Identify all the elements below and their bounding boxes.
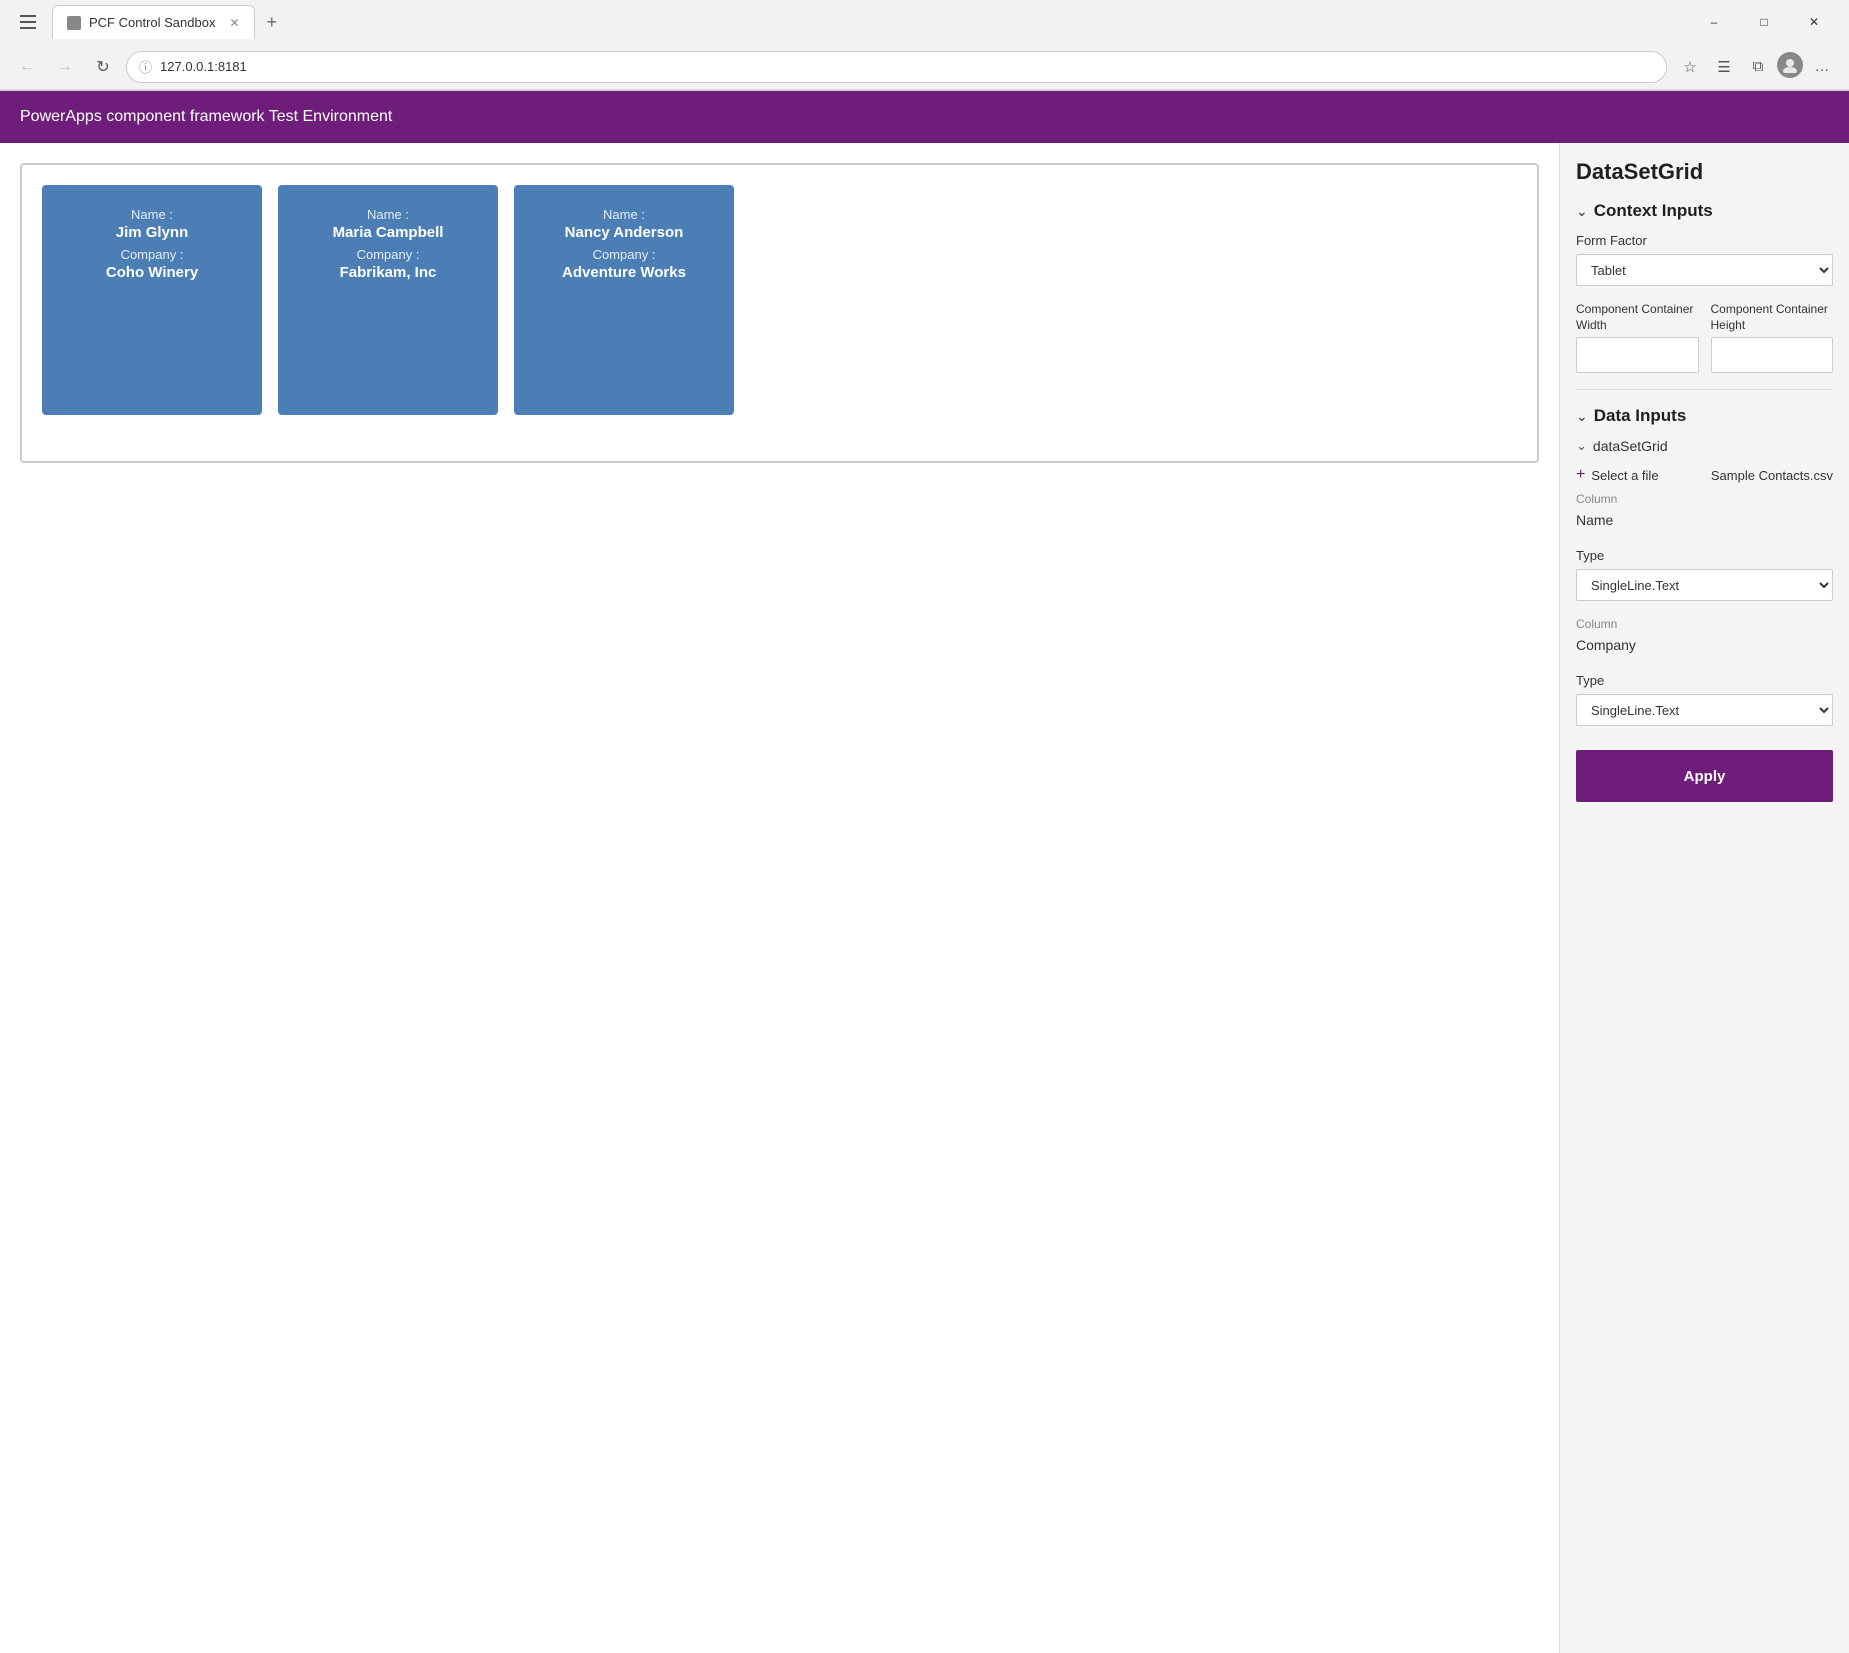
card-2-company-value: Fabrikam, Inc xyxy=(340,264,437,281)
column2-label: Column xyxy=(1576,617,1833,631)
context-inputs-chevron-icon: ⌄ xyxy=(1576,203,1588,220)
container-height-input[interactable] xyxy=(1711,337,1834,373)
plus-icon: + xyxy=(1576,466,1585,484)
favorites-star-icon[interactable]: ☆ xyxy=(1675,52,1705,82)
column1-value: Name xyxy=(1576,508,1833,532)
card-1-name-value: Jim Glynn xyxy=(116,224,189,241)
reading-list-icon[interactable]: ☰ xyxy=(1709,52,1739,82)
divider-1 xyxy=(1576,389,1833,390)
card-3-company-value: Adventure Works xyxy=(562,264,686,281)
form-factor-label: Form Factor xyxy=(1576,233,1833,248)
app-header: PowerApps component framework Test Envir… xyxy=(0,91,1849,143)
column1-label: Column xyxy=(1576,492,1833,506)
contact-card-3[interactable]: Name : Nancy Anderson Company : Adventur… xyxy=(514,185,734,415)
type2-group: Type SingleLine.Text Whole.None DateAndT… xyxy=(1576,673,1833,726)
app-header-title: PowerApps component framework Test Envir… xyxy=(20,108,392,126)
container-width-input[interactable] xyxy=(1576,337,1699,373)
container-width-label: Component Container Width xyxy=(1576,302,1699,333)
type2-label: Type xyxy=(1576,673,1833,688)
type2-select[interactable]: SingleLine.Text Whole.None DateAndTime.D… xyxy=(1576,694,1833,726)
info-icon: ⓘ xyxy=(139,57,152,76)
main-content: Name : Jim Glynn Company : Coho Winery N… xyxy=(0,143,1559,1653)
browser-chrome: PCF Control Sandbox ✕ + – □ ✕ ← → ↻ ⓘ 12… xyxy=(0,0,1849,91)
card-container: Name : Jim Glynn Company : Coho Winery N… xyxy=(20,163,1539,463)
restore-button[interactable]: □ xyxy=(1741,7,1787,37)
dataset-grid-header[interactable]: ⌄ dataSetGrid xyxy=(1576,438,1833,454)
data-inputs-label: Data Inputs xyxy=(1594,406,1687,426)
container-height-group: Component Container Height xyxy=(1711,302,1834,373)
browser-titlebar: PCF Control Sandbox ✕ + – □ ✕ xyxy=(0,0,1849,44)
type1-group: Type SingleLine.Text Whole.None DateAndT… xyxy=(1576,548,1833,601)
right-panel: DataSetGrid ⌄ Context Inputs Form Factor… xyxy=(1559,143,1849,1653)
type1-select[interactable]: SingleLine.Text Whole.None DateAndTime.D… xyxy=(1576,569,1833,601)
tab-title: PCF Control Sandbox xyxy=(89,15,215,30)
card-3-name-label: Name : xyxy=(603,207,645,222)
card-2-name-value: Maria Campbell xyxy=(333,224,444,241)
browser-toolbar: ← → ↻ ⓘ 127.0.0.1:8181 ☆ ☰ ⧉ … xyxy=(0,44,1849,90)
context-inputs-label: Context Inputs xyxy=(1594,201,1713,221)
back-button[interactable]: ← xyxy=(12,52,42,82)
card-3-company-label: Company : xyxy=(593,247,656,262)
card-2-company-label: Company : xyxy=(357,247,420,262)
address-text: 127.0.0.1:8181 xyxy=(160,59,1654,74)
browser-tabs: PCF Control Sandbox ✕ + xyxy=(52,5,285,39)
sidebar-toggle-button[interactable] xyxy=(12,6,44,38)
column2-value: Company xyxy=(1576,633,1833,657)
apply-button[interactable]: Apply xyxy=(1576,750,1833,802)
data-inputs-section: ⌄ Data Inputs ⌄ dataSetGrid + Select a f… xyxy=(1576,406,1833,802)
browser-tab-active[interactable]: PCF Control Sandbox ✕ xyxy=(52,5,255,39)
container-inputs: Component Container Width Component Cont… xyxy=(1576,302,1833,373)
toolbar-right: ☆ ☰ ⧉ … xyxy=(1675,52,1837,82)
card-1-company-value: Coho Winery xyxy=(106,264,198,281)
contact-card-2[interactable]: Name : Maria Campbell Company : Fabrikam… xyxy=(278,185,498,415)
contact-card-1[interactable]: Name : Jim Glynn Company : Coho Winery xyxy=(42,185,262,415)
select-file-label: Select a file xyxy=(1591,468,1658,483)
more-options-button[interactable]: … xyxy=(1807,52,1837,82)
card-2-name-label: Name : xyxy=(367,207,409,222)
close-button[interactable]: ✕ xyxy=(1791,7,1837,37)
dataset-grid-chevron-icon: ⌄ xyxy=(1576,438,1587,454)
panel-title: DataSetGrid xyxy=(1576,159,1833,185)
address-bar[interactable]: ⓘ 127.0.0.1:8181 xyxy=(126,51,1667,83)
container-height-label: Component Container Height xyxy=(1711,302,1834,333)
collections-icon[interactable]: ⧉ xyxy=(1743,52,1773,82)
refresh-button[interactable]: ↻ xyxy=(88,52,118,82)
card-1-name-label: Name : xyxy=(131,207,173,222)
minimize-button[interactable]: – xyxy=(1691,7,1737,37)
container-width-group: Component Container Width xyxy=(1576,302,1699,373)
window-controls: – □ ✕ xyxy=(1691,7,1837,37)
type1-label: Type xyxy=(1576,548,1833,563)
context-inputs-section-header[interactable]: ⌄ Context Inputs xyxy=(1576,201,1833,221)
column2-group: Column Company xyxy=(1576,617,1833,657)
card-1-company-label: Company : xyxy=(121,247,184,262)
app-body: Name : Jim Glynn Company : Coho Winery N… xyxy=(0,143,1849,1653)
data-inputs-chevron-icon: ⌄ xyxy=(1576,408,1588,425)
form-factor-group: Form Factor Tablet Phone Desktop xyxy=(1576,233,1833,286)
data-inputs-section-header[interactable]: ⌄ Data Inputs xyxy=(1576,406,1833,426)
form-factor-select[interactable]: Tablet Phone Desktop xyxy=(1576,254,1833,286)
new-tab-button[interactable]: + xyxy=(259,12,286,33)
dataset-grid-label: dataSetGrid xyxy=(1593,438,1668,454)
forward-button[interactable]: → xyxy=(50,52,80,82)
card-3-name-value: Nancy Anderson xyxy=(565,224,684,241)
select-file-row[interactable]: + Select a file Sample Contacts.csv xyxy=(1576,466,1833,484)
tab-page-icon xyxy=(67,16,81,30)
file-name-label: Sample Contacts.csv xyxy=(1711,468,1833,483)
tab-close-icon[interactable]: ✕ xyxy=(229,16,239,30)
profile-avatar[interactable] xyxy=(1777,52,1803,78)
column1-group: Column Name xyxy=(1576,492,1833,532)
